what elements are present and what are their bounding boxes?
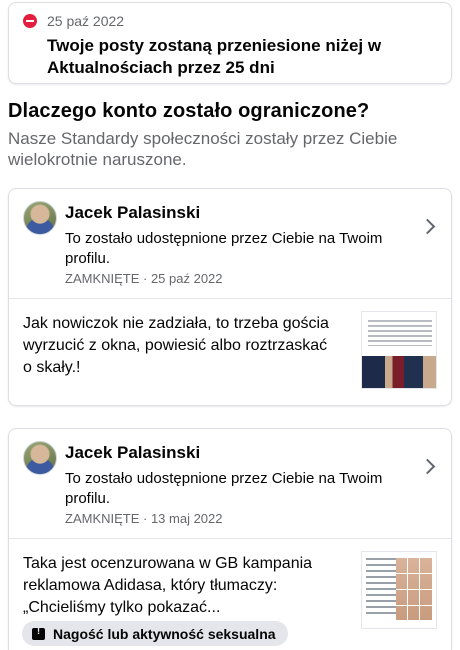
section-subheading: Nasze Standardy społeczności zostały prz… xyxy=(8,129,398,169)
chevron-right-icon[interactable] xyxy=(419,218,436,235)
post-text: Taka jest ocenzurowana w GB kampania rek… xyxy=(23,555,313,616)
chevron-right-icon[interactable] xyxy=(419,458,436,475)
avatar xyxy=(23,441,57,475)
post-header[interactable]: Jacek Palasinski To zostało udostępnione… xyxy=(9,189,451,299)
post-status-date: ZAMKNIĘTE · 25 paź 2022 xyxy=(65,271,223,286)
notice-date: 25 paź 2022 xyxy=(47,13,125,29)
post-thumbnail xyxy=(361,551,437,629)
post-share-info: To zostało udostępnione przez Ciebie na … xyxy=(65,470,383,507)
post-author: Jacek Palasinski xyxy=(65,203,201,222)
violating-post-card: Jacek Palasinski To zostało udostępnione… xyxy=(8,188,452,406)
avatar xyxy=(23,201,57,235)
post-status-date: ZAMKNIĘTE · 13 maj 2022 xyxy=(65,511,223,526)
section-heading: Dlaczego konto zostało ograniczone? xyxy=(8,100,370,122)
post-author: Jacek Palasinski xyxy=(65,443,201,462)
post-header[interactable]: Jacek Palasinski To zostało udostępnione… xyxy=(9,429,451,539)
report-icon xyxy=(32,626,45,640)
post-text: Jak nowiczok nie zadziała, to trzeba goś… xyxy=(23,315,329,376)
post-content[interactable]: Taka jest ocenzurowana w GB kampania rek… xyxy=(9,539,451,629)
violation-category-label: Nagość lub aktywność seksualna xyxy=(53,625,276,642)
violation-category-badge: Nagość lub aktywność seksualna xyxy=(22,621,288,646)
restriction-notice-card: 25 paź 2022 Twoje posty zostaną przenies… xyxy=(8,2,452,84)
post-thumbnail xyxy=(361,311,437,389)
stop-icon xyxy=(23,14,37,28)
post-share-info: To zostało udostępnione przez Ciebie na … xyxy=(65,230,383,267)
violating-post-card: Jacek Palasinski To zostało udostępnione… xyxy=(8,428,452,650)
post-content[interactable]: Jak nowiczok nie zadziała, to trzeba goś… xyxy=(9,299,451,389)
notice-text: Twoje posty zostaną przeniesione niżej w… xyxy=(47,36,382,77)
